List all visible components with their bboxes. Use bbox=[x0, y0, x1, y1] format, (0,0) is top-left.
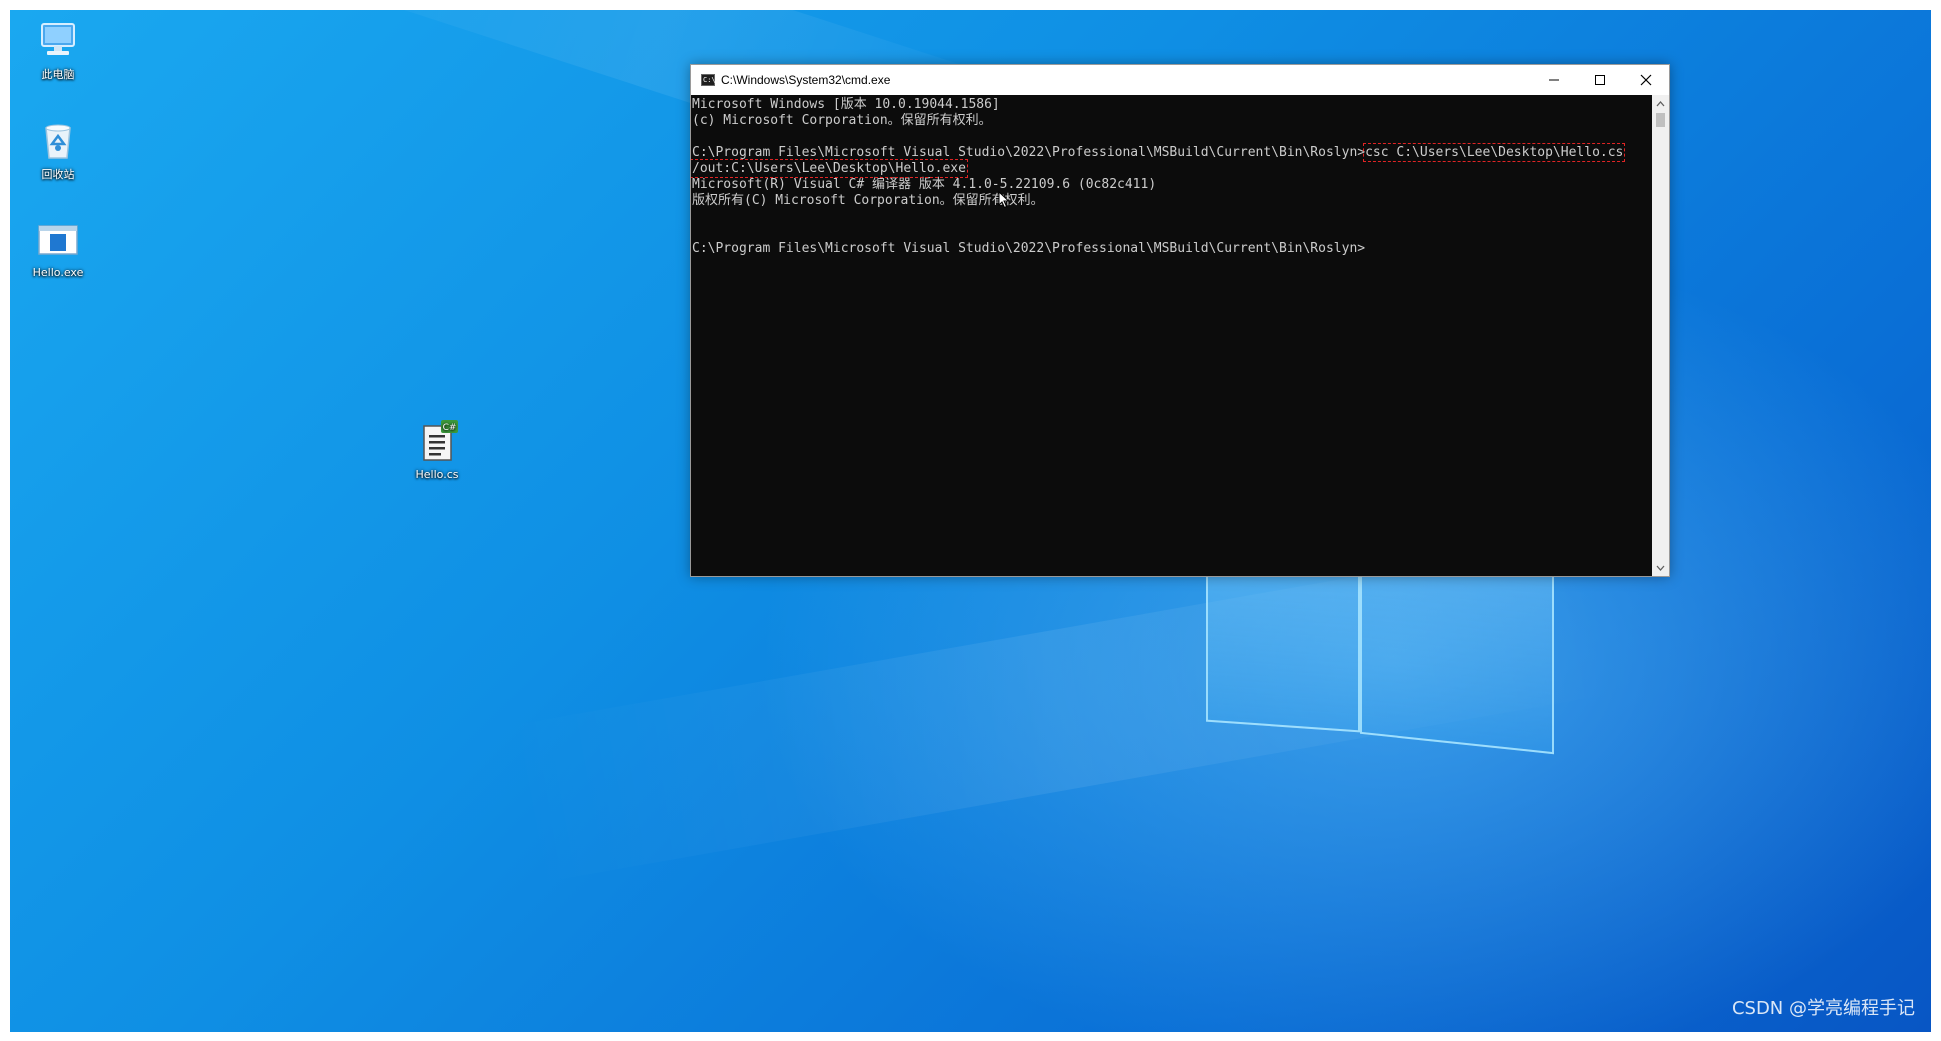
console-line: Microsoft(R) Visual C# 编译器 版本 4.1.0-5.22… bbox=[692, 177, 1157, 192]
console-prompt: C:\Program Files\Microsoft Visual Studio… bbox=[692, 145, 1366, 160]
scrollbar-thumb[interactable] bbox=[1656, 113, 1665, 127]
desktop-icon-hello-exe[interactable]: Hello.exe bbox=[20, 218, 96, 279]
csharp-file-icon: C# bbox=[415, 420, 459, 464]
console-line: /out:C:\Users\Lee\Desktop\Hello.exe bbox=[691, 159, 1652, 178]
close-button[interactable] bbox=[1623, 65, 1669, 95]
maximize-button[interactable] bbox=[1577, 65, 1623, 95]
vertical-scrollbar[interactable] bbox=[1652, 95, 1669, 576]
computer-icon bbox=[36, 18, 80, 62]
cmd-app-icon: C:\ bbox=[701, 74, 716, 86]
cmd-window[interactable]: C:\ C:\Windows\System32\cmd.exe Microsof… bbox=[690, 64, 1670, 577]
exe-file-icon bbox=[36, 218, 80, 262]
highlighted-command: csc C:\Users\Lee\Desktop\Hello.cs bbox=[1363, 143, 1626, 162]
console-line-prompt: C:\Program Files\Microsoft Visual Studio… bbox=[692, 241, 1366, 256]
desktop-icon-this-pc[interactable]: 此电脑 bbox=[20, 18, 96, 82]
recycle-bin-icon bbox=[36, 118, 80, 162]
desktop: 此电脑 回收站 Hello.exe C# Hello.cs C:\ C:\Win… bbox=[10, 10, 1931, 1032]
desktop-icon-recycle-bin[interactable]: 回收站 bbox=[20, 118, 96, 182]
maximize-icon bbox=[1595, 75, 1605, 85]
desktop-icon-hello-cs[interactable]: C# Hello.cs bbox=[399, 420, 475, 481]
watermark: CSDN @学亮编程手记 bbox=[1731, 998, 1915, 1019]
window-title: C:\Windows\System32\cmd.exe bbox=[721, 73, 891, 87]
svg-text:C#: C# bbox=[443, 423, 457, 433]
desktop-icon-label: Hello.cs bbox=[415, 468, 459, 481]
highlighted-out-option: /out:C:\Users\Lee\Desktop\Hello.exe bbox=[691, 159, 968, 178]
mouse-cursor-icon bbox=[998, 191, 1010, 209]
console-line: 版权所有(C) Microsoft Corporation。保留所有权利。 bbox=[692, 193, 1044, 208]
console-line: (c) Microsoft Corporation。保留所有权利。 bbox=[692, 113, 992, 128]
scroll-down-button[interactable] bbox=[1652, 559, 1669, 576]
scroll-up-button[interactable] bbox=[1652, 95, 1669, 112]
console-line-prompt-command: C:\Program Files\Microsoft Visual Studio… bbox=[692, 143, 1652, 162]
minimize-icon bbox=[1549, 79, 1559, 81]
close-icon bbox=[1640, 74, 1652, 86]
minimize-button[interactable] bbox=[1531, 65, 1577, 95]
title-bar[interactable]: C:\ C:\Windows\System32\cmd.exe bbox=[691, 65, 1669, 95]
console-output[interactable]: Microsoft Windows [版本 10.0.19044.1586] (c… bbox=[691, 95, 1652, 576]
windows-logo-pane bbox=[1360, 554, 1554, 755]
console-line: Microsoft Windows [版本 10.0.19044.1586] bbox=[692, 97, 1000, 112]
desktop-icon-label: 此电脑 bbox=[41, 68, 75, 81]
desktop-icon-label: Hello.exe bbox=[32, 266, 84, 279]
chevron-up-icon bbox=[1656, 100, 1665, 106]
windows-logo-pane bbox=[1206, 559, 1360, 733]
chevron-down-icon bbox=[1656, 565, 1665, 571]
desktop-icon-label: 回收站 bbox=[41, 168, 75, 181]
